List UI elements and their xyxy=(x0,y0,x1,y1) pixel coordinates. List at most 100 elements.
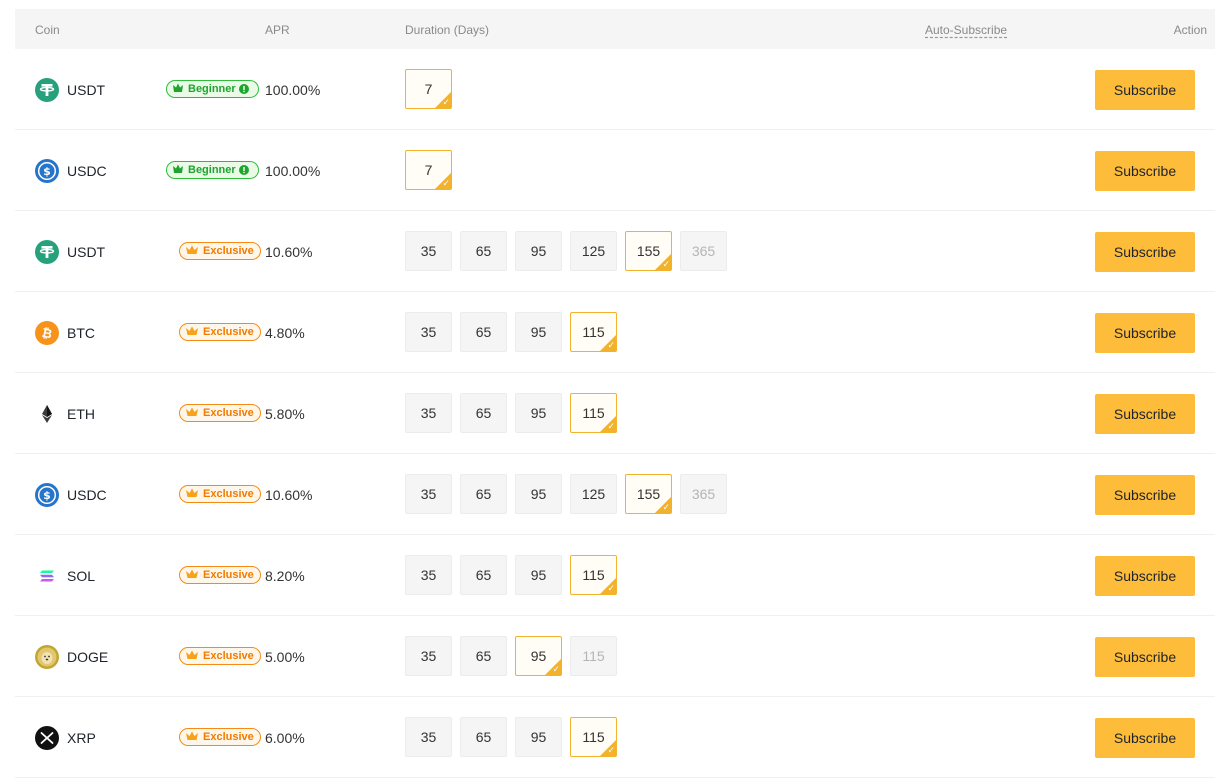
duration-option[interactable]: 115 ✓ xyxy=(570,717,617,757)
duration-option[interactable]: 95 ✓ xyxy=(515,636,562,676)
badge-label: Exclusive xyxy=(203,569,254,581)
duration-option[interactable]: 35 xyxy=(405,636,452,676)
table-row: ETH Exclusive 5.80% 35 65 95 115 ✓ Subsc… xyxy=(15,373,1215,454)
duration-option-label: 35 xyxy=(420,324,437,340)
duration-option[interactable]: 365 xyxy=(680,231,727,271)
subscribe-button[interactable]: Subscribe xyxy=(1095,313,1195,353)
duration-option-label: 155 xyxy=(636,243,661,259)
info-icon[interactable] xyxy=(238,84,249,94)
duration-option[interactable]: 95 xyxy=(515,555,562,595)
crown-icon xyxy=(184,406,203,421)
subscribe-button[interactable]: Subscribe xyxy=(1095,394,1195,434)
duration-option[interactable]: 65 xyxy=(460,393,507,433)
sol-icon xyxy=(35,564,59,588)
check-icon: ✓ xyxy=(607,745,615,755)
duration-option[interactable]: 95 xyxy=(515,312,562,352)
coin-name: USDC xyxy=(67,487,107,503)
duration-options: 7 ✓ xyxy=(405,150,460,190)
duration-option-label: 7 xyxy=(424,162,433,178)
duration-option[interactable]: 65 xyxy=(460,717,507,757)
subscribe-button[interactable]: Subscribe xyxy=(1095,151,1195,191)
exclusive-badge: Exclusive xyxy=(179,404,261,422)
subscribe-button[interactable]: Subscribe xyxy=(1095,475,1195,515)
svg-text:$: $ xyxy=(43,489,51,502)
apr-value: 100.00% xyxy=(265,163,321,179)
coin-cell: SOL xyxy=(35,564,95,588)
duration-option[interactable]: 65 xyxy=(460,231,507,271)
duration-option-label: 95 xyxy=(530,324,547,340)
table-body: USDT Beginner 100.00% 7 ✓ Subscribe $ US… xyxy=(15,49,1215,778)
duration-option[interactable]: 115 ✓ xyxy=(570,393,617,433)
duration-option[interactable]: 95 xyxy=(515,231,562,271)
table-row: USDT Exclusive 10.60% 35 65 95 125 155 ✓… xyxy=(15,211,1215,292)
duration-option[interactable]: 35 xyxy=(405,717,452,757)
subscribe-button[interactable]: Subscribe xyxy=(1095,718,1195,758)
duration-option[interactable]: 115 ✓ xyxy=(570,555,617,595)
table-row: ₿ BTC Exclusive 4.80% 35 65 95 115 ✓ Sub… xyxy=(15,292,1215,373)
duration-options: 7 ✓ xyxy=(405,69,460,109)
column-header-auto-subscribe[interactable]: Auto-Subscribe xyxy=(925,23,1007,37)
table-row: $ USDC Beginner 100.00% 7 ✓ Subscribe xyxy=(15,130,1215,211)
duration-option-label: 115 xyxy=(582,405,605,421)
duration-option-label: 95 xyxy=(530,405,547,421)
subscribe-button[interactable]: Subscribe xyxy=(1095,232,1195,272)
duration-option[interactable]: 95 xyxy=(515,393,562,433)
duration-option[interactable]: 125 xyxy=(570,231,617,271)
duration-option-label: 125 xyxy=(581,243,606,259)
table-row: USDT Beginner 100.00% 7 ✓ Subscribe xyxy=(15,49,1215,130)
subscribe-button[interactable]: Subscribe xyxy=(1095,556,1195,596)
usdt-icon xyxy=(35,240,59,264)
duration-option[interactable]: 35 xyxy=(405,312,452,352)
duration-option[interactable]: 65 xyxy=(460,312,507,352)
info-icon[interactable] xyxy=(238,165,249,175)
duration-option[interactable]: 65 xyxy=(460,474,507,514)
duration-option[interactable]: 7 ✓ xyxy=(405,150,452,190)
crown-icon xyxy=(184,487,203,502)
duration-option[interactable]: 365 xyxy=(680,474,727,514)
check-icon: ✓ xyxy=(662,259,670,269)
duration-option-label: 365 xyxy=(691,243,716,259)
duration-options: 35 65 95 115 ✓ xyxy=(405,717,625,757)
duration-option-label: 95 xyxy=(530,729,547,745)
duration-option[interactable]: 35 xyxy=(405,555,452,595)
btc-icon: ₿ xyxy=(35,321,59,345)
duration-option[interactable]: 95 xyxy=(515,474,562,514)
table-row: DOGE Exclusive 5.00% 35 65 95 ✓ 115 Subs… xyxy=(15,616,1215,697)
badge-label: Exclusive xyxy=(203,326,254,338)
usdc-icon: $ xyxy=(35,483,59,507)
duration-options: 35 65 95 125 155 ✓ 365 xyxy=(405,231,735,271)
duration-option[interactable]: 7 ✓ xyxy=(405,69,452,109)
exclusive-badge: Exclusive xyxy=(179,323,261,341)
duration-option-label: 125 xyxy=(581,486,606,502)
subscribe-button[interactable]: Subscribe xyxy=(1095,637,1195,677)
apr-value: 8.20% xyxy=(265,568,305,584)
duration-option-label: 35 xyxy=(420,729,437,745)
duration-option-label: 95 xyxy=(530,567,547,583)
coin-name: USDT xyxy=(67,82,106,98)
column-header-apr: APR xyxy=(265,23,290,37)
duration-option[interactable]: 155 ✓ xyxy=(625,231,672,271)
badge-label: Exclusive xyxy=(203,245,254,257)
check-icon: ✓ xyxy=(442,178,450,188)
duration-option[interactable]: 35 xyxy=(405,393,452,433)
duration-option-label: 65 xyxy=(475,324,492,340)
duration-option[interactable]: 95 xyxy=(515,717,562,757)
duration-option[interactable]: 65 xyxy=(460,555,507,595)
duration-option[interactable]: 35 xyxy=(405,231,452,271)
badge-label: Exclusive xyxy=(203,407,254,419)
duration-option[interactable]: 155 ✓ xyxy=(625,474,672,514)
duration-options: 35 65 95 125 155 ✓ 365 xyxy=(405,474,735,514)
duration-option[interactable]: 35 xyxy=(405,474,452,514)
check-icon: ✓ xyxy=(442,97,450,107)
duration-option-label: 35 xyxy=(420,567,437,583)
coin-name: ETH xyxy=(67,406,95,422)
duration-option[interactable]: 65 xyxy=(460,636,507,676)
duration-option-label: 65 xyxy=(475,567,492,583)
duration-option[interactable]: 115 ✓ xyxy=(570,312,617,352)
subscribe-button[interactable]: Subscribe xyxy=(1095,70,1195,110)
apr-value: 5.80% xyxy=(265,406,305,422)
duration-option[interactable]: 115 xyxy=(570,636,617,676)
duration-option[interactable]: 125 xyxy=(570,474,617,514)
svg-text:$: $ xyxy=(43,165,51,178)
badge-label: Beginner xyxy=(188,164,236,176)
